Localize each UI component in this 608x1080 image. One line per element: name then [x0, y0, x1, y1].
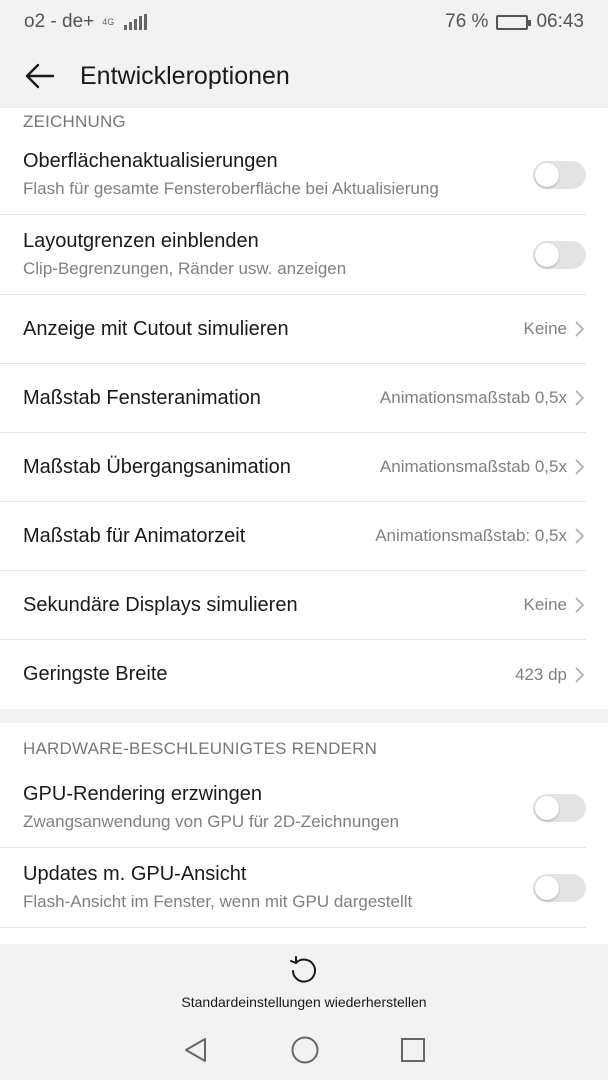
- setting-row-window-animation-scale[interactable]: Maßstab Fensteranimation Animationsmaßst…: [0, 364, 586, 433]
- toggle-switch[interactable]: [533, 793, 586, 822]
- section-header-hardware: HARDWARE-BESCHLEUNIGTES RENDERN: [23, 738, 378, 758]
- page-title: Entwickleroptionen: [80, 61, 290, 90]
- setting-row-cutout[interactable]: Anzeige mit Cutout simulieren Keine: [0, 295, 586, 364]
- battery-percent: 76 %: [445, 11, 489, 32]
- section-divider: [0, 709, 608, 723]
- setting-title: Anzeige mit Cutout simulieren: [23, 317, 289, 340]
- setting-value: Animationsmaßstab 0,5x: [379, 388, 567, 407]
- restore-label: Standardeinstellungen wiederherstellen: [181, 994, 427, 1010]
- chevron-right-icon: [575, 528, 584, 544]
- restore-icon: [290, 956, 316, 983]
- setting-value: Animationsmaßstab 0,5x: [379, 457, 567, 476]
- setting-title: Maßstab für Animatorzeit: [23, 524, 246, 547]
- toggle-switch[interactable]: [533, 240, 586, 269]
- setting-subtitle: Zwangsanwendung von GPU für 2D-Zeichnung…: [23, 812, 400, 831]
- app-bar: Entwickleroptionen: [0, 44, 608, 108]
- chevron-right-icon: [575, 390, 584, 406]
- setting-title: Oberflächenaktualisierungen: [23, 150, 278, 172]
- arrow-back-icon: [25, 63, 55, 89]
- network-type-label: 4G: [102, 16, 115, 27]
- setting-subtitle: Flash-Ansicht im Fenster, wenn mit GPU d…: [23, 892, 413, 911]
- setting-row-animator-duration-scale[interactable]: Maßstab für Animatorzeit Animationsmaßst…: [0, 502, 586, 571]
- setting-title: Geringste Breite: [23, 663, 168, 685]
- setting-row-gpu-view-updates[interactable]: Updates m. GPU-Ansicht Flash-Ansicht im …: [0, 848, 586, 928]
- chevron-right-icon: [575, 321, 584, 337]
- setting-title: Maßstab Fensteranimation: [23, 386, 261, 409]
- setting-row-transition-animation-scale[interactable]: Maßstab Übergangsanimation Animationsmaß…: [0, 433, 586, 502]
- chevron-right-icon: [575, 666, 584, 683]
- nav-home-icon[interactable]: [290, 1035, 320, 1065]
- setting-value: Keine: [523, 595, 567, 614]
- toggle-switch[interactable]: [533, 160, 586, 189]
- setting-title: Sekundäre Displays simulieren: [23, 593, 298, 616]
- battery-icon: [496, 14, 532, 30]
- setting-subtitle: Flash für gesamte Fensteroberfläche bei …: [23, 179, 439, 198]
- status-right: 76 % 06:43: [445, 11, 584, 33]
- setting-value: 423 dp: [515, 664, 567, 684]
- chevron-right-icon: [575, 597, 584, 613]
- nav-back-icon[interactable]: [182, 1036, 210, 1064]
- nav-recents-icon[interactable]: [400, 1037, 426, 1063]
- restore-defaults-button[interactable]: Standardeinstellungen wiederherstellen: [0, 944, 608, 1020]
- setting-row-surface-updates[interactable]: Oberflächenaktualisierungen Flash für ge…: [0, 135, 586, 215]
- back-button[interactable]: [0, 44, 80, 108]
- signal-icon: [124, 14, 148, 30]
- setting-row-layout-bounds[interactable]: Layoutgrenzen einblenden Clip-Begrenzung…: [0, 215, 586, 295]
- setting-row-force-gpu[interactable]: GPU-Rendering erzwingen Zwangsanwendung …: [0, 768, 586, 848]
- section-header-drawing: ZEICHNUNG: [23, 111, 126, 131]
- chevron-right-icon: [575, 459, 584, 475]
- setting-value: Animationsmaßstab: 0,5x: [375, 526, 567, 545]
- setting-title: Layoutgrenzen einblenden: [23, 230, 259, 252]
- status-left: o2 - de+ 4G: [24, 11, 148, 33]
- clock: 06:43: [536, 11, 584, 32]
- setting-title: GPU-Rendering erzwingen: [23, 783, 263, 805]
- navigation-bar: [0, 1020, 608, 1080]
- settings-list: ZEICHNUNG Oberflächenaktualisierungen Fl…: [0, 108, 608, 928]
- setting-title: Maßstab Übergangsanimation: [23, 455, 291, 478]
- status-bar: o2 - de+ 4G 76 % 06:43: [0, 0, 608, 44]
- setting-row-secondary-displays[interactable]: Sekundäre Displays simulieren Keine: [0, 571, 586, 640]
- setting-subtitle: Clip-Begrenzungen, Ränder usw. anzeigen: [23, 259, 347, 278]
- toggle-switch[interactable]: [533, 873, 586, 902]
- setting-row-smallest-width[interactable]: Geringste Breite 423 dp: [0, 640, 586, 709]
- carrier-label: o2 - de+: [24, 11, 95, 32]
- setting-title: Updates m. GPU-Ansicht: [23, 863, 247, 885]
- setting-value: Keine: [523, 319, 567, 338]
